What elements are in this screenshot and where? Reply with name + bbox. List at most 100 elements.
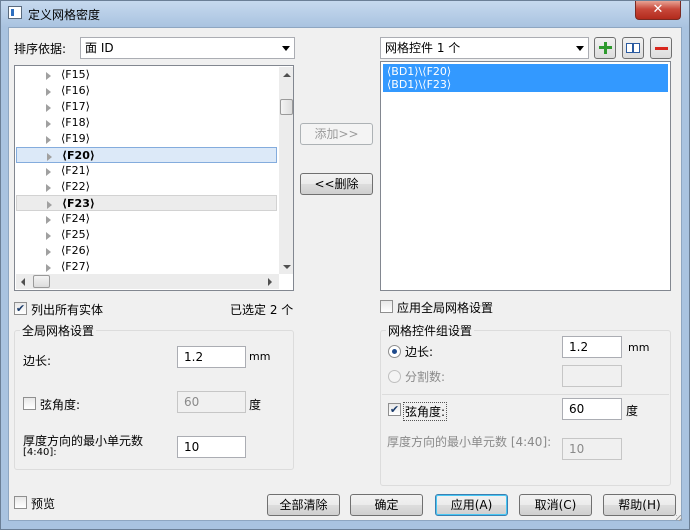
entity-tree[interactable]: ⟨F15⟩ ⟨F16⟩ ⟨F17⟩ ⟨F18⟩ ⟨F19⟩ ⟨F20⟩ ⟨F21⟩ ⟨F22⟩… — [14, 65, 294, 291]
title-bar[interactable] — [1, 1, 689, 27]
tree-item[interactable]: ⟨F23⟩ — [16, 195, 277, 211]
global-edge-input[interactable]: 1.2 — [177, 346, 246, 368]
group-min-elems-label: 厚度方向的最小单元数 [4:40]: — [387, 435, 552, 449]
expand-arrow-icon[interactable] — [46, 72, 51, 80]
global-edge-unit: mm — [249, 350, 271, 363]
tree-item[interactable]: ⟨F26⟩ — [16, 243, 277, 259]
group-settings-title: 网格控件组设置 — [386, 322, 475, 339]
tree-item[interactable]: ⟨F27⟩ — [16, 259, 277, 275]
group-divisions-label: 分割数: — [405, 370, 446, 384]
sort-combo[interactable]: 面 ID — [80, 37, 295, 59]
tree-item-label: ⟨F26⟩ — [61, 244, 90, 257]
global-chord-input[interactable]: 60 — [177, 391, 246, 413]
tree-item[interactable]: ⟨F21⟩ — [16, 163, 277, 179]
scroll-up-icon[interactable] — [283, 73, 291, 77]
chevron-down-icon — [282, 46, 290, 51]
ok-button[interactable]: 确定 — [350, 494, 423, 516]
scroll-left-icon[interactable] — [21, 278, 25, 286]
expand-arrow-icon[interactable] — [47, 153, 52, 161]
clear-all-button[interactable]: 全部清除 — [267, 494, 340, 516]
delete-control-button[interactable] — [650, 37, 672, 59]
group-edge-label: 边长: — [405, 345, 434, 359]
divider — [382, 394, 669, 395]
expand-arrow-icon[interactable] — [47, 201, 52, 209]
group-chord-label: 弦角度: — [403, 402, 448, 421]
group-divisions-input[interactable] — [562, 365, 622, 387]
list-all-label: 列出所有实体 — [31, 303, 104, 317]
tree-item[interactable]: ⟨F17⟩ — [16, 99, 277, 115]
tree-item[interactable]: ⟨F20⟩ — [16, 147, 277, 163]
group-min-elems-input[interactable]: 10 — [562, 438, 622, 460]
apply-global-checkbox[interactable] — [380, 300, 393, 313]
group-edge-unit: mm — [628, 341, 650, 354]
tree-item-label: ⟨F18⟩ — [61, 116, 90, 129]
horizontal-scrollbar[interactable] — [16, 274, 279, 289]
expand-arrow-icon[interactable] — [46, 168, 51, 176]
group-chord-input[interactable]: 60 — [562, 398, 622, 420]
close-button[interactable]: ✕ — [635, 1, 681, 20]
tree-item[interactable]: ⟨F16⟩ — [16, 83, 277, 99]
vertical-scrollbar[interactable] — [279, 67, 293, 274]
expand-arrow-icon[interactable] — [46, 184, 51, 192]
tree-item[interactable]: ⟨F22⟩ — [16, 179, 277, 195]
tree-item[interactable]: ⟨F15⟩ — [16, 67, 277, 83]
add-control-button[interactable] — [594, 37, 616, 59]
global-min-elems-input[interactable]: 10 — [177, 436, 246, 458]
global-chord-unit: 度 — [249, 398, 262, 412]
group-chord-unit: 度 — [626, 404, 639, 418]
checkmark-icon: ✔ — [389, 403, 400, 416]
tree-item-label: ⟨F15⟩ — [61, 68, 90, 81]
list-item[interactable]: ⟨BD1⟩\⟨F23⟩ — [387, 78, 451, 91]
scroll-right-icon[interactable] — [268, 278, 272, 286]
resize-grip[interactable] — [676, 515, 682, 521]
global-chord-checkbox[interactable] — [23, 397, 36, 410]
preview-label: 预览 — [31, 497, 56, 511]
expand-arrow-icon[interactable] — [46, 264, 51, 272]
apply-button[interactable]: 应用(A) — [435, 494, 508, 516]
sort-label: 排序依据: — [14, 42, 67, 56]
tree-item-label: ⟨F27⟩ — [61, 260, 90, 273]
list-all-checkbox[interactable]: ✔ — [14, 302, 27, 315]
help-button[interactable]: 帮助(H) — [603, 494, 676, 516]
global-edge-label: 边长: — [23, 354, 52, 368]
tree-item-label: ⟨F24⟩ — [61, 212, 90, 225]
expand-arrow-icon[interactable] — [46, 216, 51, 224]
expand-arrow-icon[interactable] — [46, 248, 51, 256]
edge-length-radio[interactable] — [388, 345, 401, 358]
sort-combo-value: 面 ID — [85, 41, 114, 55]
expand-arrow-icon[interactable] — [46, 88, 51, 96]
tree-item-label: ⟨F21⟩ — [61, 164, 90, 177]
cancel-button[interactable]: 取消(C) — [519, 494, 592, 516]
expand-arrow-icon[interactable] — [46, 104, 51, 112]
tree-item[interactable]: ⟨F18⟩ — [16, 115, 277, 131]
global-chord-label: 弦角度: — [40, 398, 81, 412]
tree-item-label: ⟨F16⟩ — [61, 84, 90, 97]
list-item[interactable]: ⟨BD1⟩\⟨F20⟩ — [387, 65, 451, 78]
rename-control-button[interactable] — [622, 37, 644, 59]
mesh-control-combo[interactable]: 网格控件 1 个 — [380, 37, 589, 59]
global-settings-title: 全局网格设置 — [20, 322, 97, 339]
group-chord-checkbox[interactable]: ✔ — [388, 403, 401, 416]
scroll-thumb[interactable] — [280, 99, 293, 115]
minus-icon — [655, 47, 668, 50]
tree-item-label: ⟨F22⟩ — [61, 180, 90, 193]
add-button[interactable]: 添加>> — [300, 123, 373, 145]
remove-button[interactable]: <<删除 — [300, 173, 373, 195]
scroll-down-icon[interactable] — [283, 265, 291, 269]
tree-item-label: ⟨F17⟩ — [61, 100, 90, 113]
expand-arrow-icon[interactable] — [46, 232, 51, 240]
expand-arrow-icon[interactable] — [46, 136, 51, 144]
hscroll-thumb[interactable] — [33, 275, 50, 288]
preview-checkbox[interactable] — [14, 496, 27, 509]
chevron-down-icon — [576, 46, 584, 51]
tree-item[interactable]: ⟨F25⟩ — [16, 227, 277, 243]
mesh-control-list[interactable]: ⟨BD1⟩\⟨F20⟩ ⟨BD1⟩\⟨F23⟩ — [380, 61, 671, 291]
tree-item[interactable]: ⟨F19⟩ — [16, 131, 277, 147]
divisions-radio[interactable] — [388, 370, 401, 383]
mesh-control-combo-value: 网格控件 1 个 — [385, 41, 461, 55]
tree-item-label: ⟨F19⟩ — [61, 132, 90, 145]
group-edge-input[interactable]: 1.2 — [562, 336, 622, 358]
tree-item[interactable]: ⟨F24⟩ — [16, 211, 277, 227]
tree-item-label: ⟨F20⟩ — [62, 149, 95, 162]
expand-arrow-icon[interactable] — [46, 120, 51, 128]
